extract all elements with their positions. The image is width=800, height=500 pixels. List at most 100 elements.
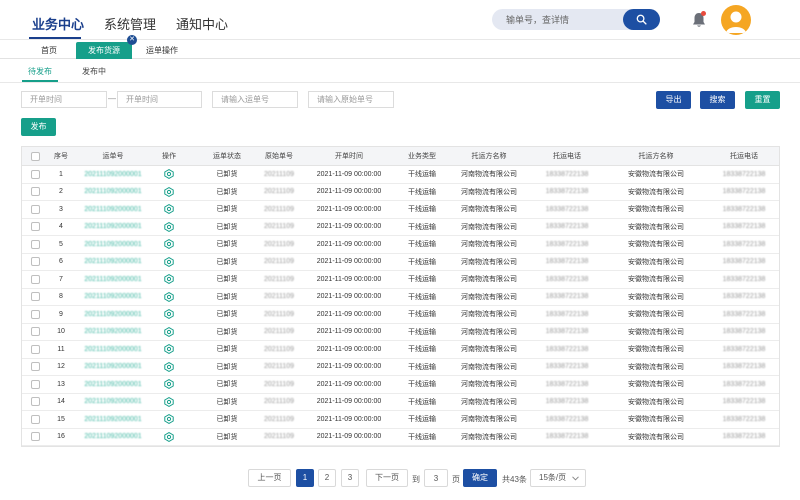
edit-icon[interactable]: [164, 239, 174, 250]
global-search-input[interactable]: [492, 9, 622, 30]
row-select-cell: [22, 429, 49, 446]
page-2-button[interactable]: 2: [318, 469, 336, 487]
edit-icon[interactable]: [164, 256, 174, 267]
start-time-input[interactable]: [21, 91, 107, 108]
nav-system-management[interactable]: 系统管理: [104, 14, 156, 33]
edit-icon[interactable]: [164, 414, 174, 425]
select-all-checkbox[interactable]: [31, 151, 40, 161]
tab-home[interactable]: 首页: [32, 42, 66, 59]
edit-icon[interactable]: [164, 431, 174, 442]
row-waybill-link[interactable]: 202111092000001: [73, 324, 153, 341]
waybill-number-input[interactable]: [212, 91, 298, 108]
header-select-all-cell: [22, 147, 49, 165]
row-waybill-link[interactable]: 202111092000001: [73, 429, 153, 446]
row-checkbox[interactable]: [31, 414, 40, 424]
row-waybill-link[interactable]: 202111092000001: [73, 306, 153, 323]
row-consignee-phone: 18338722138: [722, 398, 766, 406]
table-row: 11 202111092000001 已卸货 20211109 2021-11-…: [22, 341, 779, 359]
row-waybill-link[interactable]: 202111092000001: [73, 201, 153, 218]
row-checkbox[interactable]: [31, 274, 40, 284]
edit-icon[interactable]: [164, 291, 174, 302]
row-shipper-phone: 18338722138: [545, 345, 589, 353]
edit-icon[interactable]: [164, 379, 174, 390]
edit-icon[interactable]: [164, 396, 174, 407]
row-operation-cell: [153, 376, 185, 393]
row-checkbox[interactable]: [31, 239, 40, 249]
page-size-select[interactable]: 15条/页: [530, 469, 586, 487]
row-checkbox[interactable]: [31, 222, 40, 232]
page-3-button[interactable]: 3: [341, 469, 359, 487]
row-consignee: 安徽物流有限公司: [628, 311, 684, 319]
row-waybill-link[interactable]: 202111092000001: [73, 341, 153, 358]
edit-icon[interactable]: [164, 344, 174, 355]
row-select-cell: [22, 394, 49, 411]
row-checkbox[interactable]: [31, 187, 40, 197]
row-waybill-link[interactable]: 202111092000001: [73, 236, 153, 253]
row-index: 1: [59, 170, 63, 178]
export-button[interactable]: 导出: [656, 91, 691, 109]
row-index: 14: [57, 398, 65, 406]
row-waybill-link[interactable]: 202111092000001: [73, 166, 153, 183]
row-waybill-link[interactable]: 202111092000001: [73, 184, 153, 201]
search-filter-button[interactable]: 搜索: [700, 91, 735, 109]
row-original-number: 20211109: [263, 170, 295, 178]
row-waybill-link[interactable]: 202111092000001: [73, 254, 153, 271]
row-shipper-phone: 18338722138: [545, 275, 589, 283]
row-waybill-link[interactable]: 202111092000001: [73, 411, 153, 428]
row-index: 11: [57, 345, 65, 353]
user-avatar[interactable]: [721, 5, 751, 35]
end-time-input[interactable]: [117, 91, 202, 108]
edit-icon[interactable]: [164, 326, 174, 337]
reset-button[interactable]: 重置: [745, 91, 780, 109]
row-business-type: 干线运输: [408, 346, 436, 354]
edit-icon[interactable]: [164, 274, 174, 285]
row-checkbox[interactable]: [31, 344, 40, 354]
edit-icon[interactable]: [164, 361, 174, 372]
prev-page-button[interactable]: 上一页: [248, 469, 291, 487]
goto-page-input[interactable]: [424, 469, 448, 487]
row-consignee: 安徽物流有限公司: [628, 363, 684, 371]
row-checkbox[interactable]: [31, 362, 40, 372]
row-consignee-phone: 18338722138: [722, 328, 766, 336]
row-original-number: 20211109: [263, 258, 295, 266]
row-checkbox[interactable]: [31, 432, 40, 442]
row-original-number: 20211109: [263, 328, 295, 336]
row-business-type: 干线运输: [408, 293, 436, 301]
row-waybill-link[interactable]: 202111092000001: [73, 289, 153, 306]
page-1-button[interactable]: 1: [296, 469, 314, 487]
tab-waybill-operation[interactable]: 运单操作: [138, 42, 186, 59]
user-avatar-icon: [726, 11, 746, 33]
goto-confirm-button[interactable]: 确定: [463, 469, 497, 487]
row-waybill-link[interactable]: 202111092000001: [73, 219, 153, 236]
row-checkbox[interactable]: [31, 309, 40, 319]
edit-icon[interactable]: [164, 186, 174, 197]
row-checkbox[interactable]: [31, 397, 40, 407]
row-waybill-link[interactable]: 202111092000001: [73, 394, 153, 411]
edit-icon[interactable]: [164, 204, 174, 215]
nav-notification-center[interactable]: 通知中心: [176, 14, 228, 33]
nav-business-center[interactable]: 业务中心: [32, 14, 84, 33]
edit-icon[interactable]: [164, 169, 174, 180]
row-checkbox[interactable]: [31, 169, 40, 179]
tab-publish-goods[interactable]: 发布货源: [76, 42, 132, 59]
edit-icon[interactable]: [164, 221, 174, 232]
subtab-publishing[interactable]: 发布中: [82, 66, 106, 77]
row-waybill-link[interactable]: 202111092000001: [73, 376, 153, 393]
row-checkbox[interactable]: [31, 257, 40, 267]
row-checkbox[interactable]: [31, 292, 40, 302]
edit-icon[interactable]: [164, 309, 174, 320]
original-number-input[interactable]: [308, 91, 394, 108]
publish-button[interactable]: 发布: [21, 118, 56, 136]
tab-close-icon[interactable]: ✕: [127, 35, 137, 45]
search-button[interactable]: [623, 9, 660, 30]
row-waybill-link[interactable]: 202111092000001: [73, 271, 153, 288]
subtab-pending[interactable]: 待发布: [28, 66, 52, 77]
row-checkbox[interactable]: [31, 204, 40, 214]
row-checkbox[interactable]: [31, 327, 40, 337]
row-waybill-link[interactable]: 202111092000001: [73, 359, 153, 376]
row-index: 5: [59, 240, 63, 248]
row-index: 8: [59, 293, 63, 301]
next-page-button[interactable]: 下一页: [366, 469, 408, 487]
row-select-cell: [22, 376, 49, 393]
row-checkbox[interactable]: [31, 379, 40, 389]
